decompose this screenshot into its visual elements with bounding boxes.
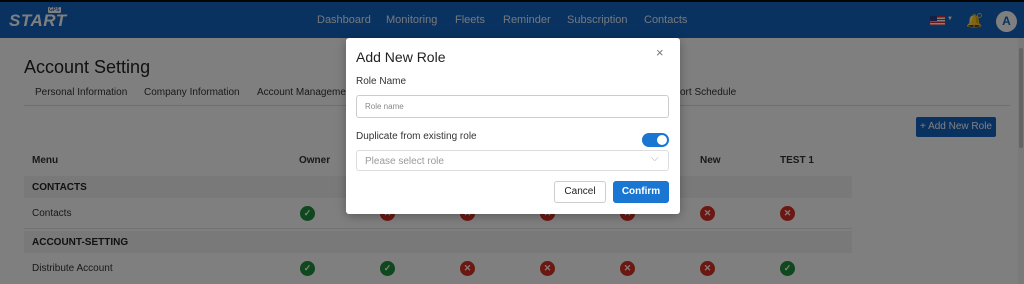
close-icon[interactable]: ×	[656, 45, 664, 60]
add-new-role-dialog: Add New Role × Role Name Duplicate from …	[346, 38, 680, 214]
duplicate-role-label: Duplicate from existing role	[356, 131, 477, 142]
confirm-button[interactable]: Confirm	[613, 181, 669, 203]
chevron-down-icon: ⌵	[651, 153, 659, 164]
role-name-label: Role Name	[356, 76, 407, 87]
toggle-knob	[657, 135, 667, 145]
dialog-title: Add New Role	[356, 49, 446, 65]
role-name-input[interactable]	[356, 95, 669, 118]
existing-role-select[interactable]: Please select role ⌵	[356, 150, 669, 171]
duplicate-role-toggle[interactable]	[642, 133, 669, 147]
cancel-button[interactable]: Cancel	[554, 181, 606, 203]
select-placeholder: Please select role	[365, 156, 444, 167]
